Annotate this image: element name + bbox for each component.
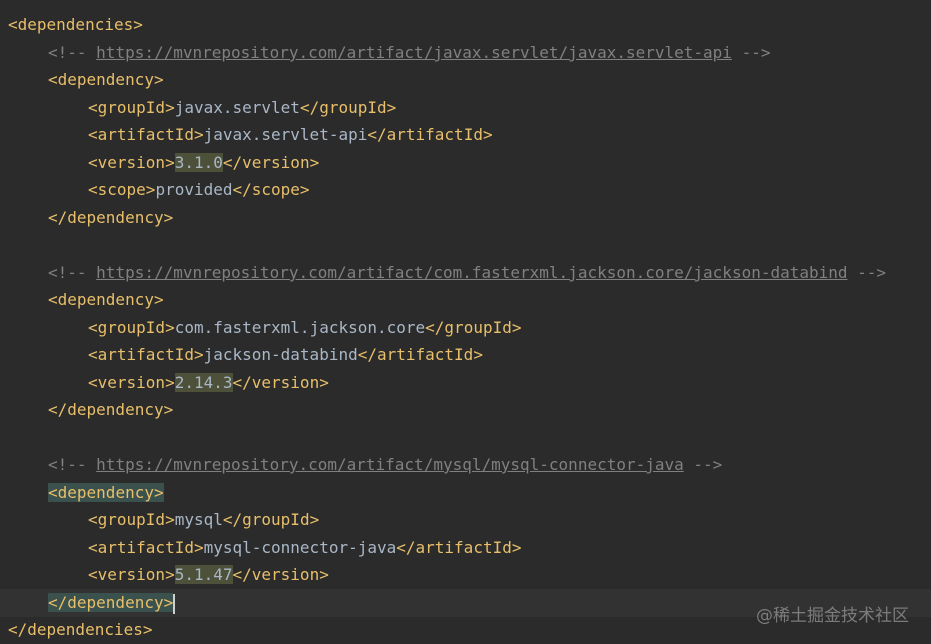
comment-open: <!-- xyxy=(48,43,97,62)
version-value: 3.1.0 xyxy=(174,153,223,172)
comment-close: --> xyxy=(847,263,887,282)
xml-close-tag: </groupId> xyxy=(299,98,397,117)
code-line[interactable]: <dependencies> xyxy=(0,11,931,39)
code-line[interactable]: <scope>provided</scope> xyxy=(0,176,931,204)
xml-open-tag: <version> xyxy=(88,565,175,584)
code-editor[interactable]: <dependencies> <!-- https://mvnrepositor… xyxy=(0,0,931,644)
version-value: 2.14.3 xyxy=(174,373,233,392)
code-line[interactable]: <groupId>javax.servlet</groupId> xyxy=(0,94,931,122)
xml-close-tag: </scope> xyxy=(232,180,310,199)
xml-value: provided xyxy=(155,180,233,199)
xml-tag: </dependency> xyxy=(48,400,174,419)
xml-tag: </dependency> xyxy=(48,208,174,227)
code-line[interactable]: <groupId>com.fasterxml.jackson.core</gro… xyxy=(0,314,931,342)
code-line[interactable]: <version>3.1.0</version> xyxy=(0,149,931,177)
xml-value: jackson-databind xyxy=(203,345,358,364)
code-line[interactable]: </dependency> xyxy=(0,396,931,424)
xml-tag: <dependencies> xyxy=(8,15,143,34)
comment-url[interactable]: https://mvnrepository.com/artifact/javax… xyxy=(96,43,732,62)
xml-open-tag: <groupId> xyxy=(88,98,175,117)
code-line[interactable]: <!-- https://mvnrepository.com/artifact/… xyxy=(0,39,931,67)
xml-open-tag: <groupId> xyxy=(88,318,175,337)
xml-close-tag: </artifactId> xyxy=(396,538,522,557)
matched-brace: > xyxy=(163,593,174,612)
xml-open-tag: <version> xyxy=(88,153,175,172)
xml-value: mysql-connector-java xyxy=(203,538,397,557)
code-line[interactable]: <artifactId>jackson-databind</artifactId… xyxy=(0,341,931,369)
xml-close-tag: </groupId> xyxy=(425,318,522,337)
xml-close-tag: </version> xyxy=(232,373,329,392)
xml-close-tag: </artifactId> xyxy=(367,125,493,144)
code-line[interactable]: <artifactId>mysql-connector-java</artifa… xyxy=(0,534,931,562)
xml-value: mysql xyxy=(174,510,223,529)
xml-open-tag: <version> xyxy=(88,373,175,392)
xml-open-tag: <groupId> xyxy=(88,510,175,529)
xml-value: com.fasterxml.jackson.core xyxy=(174,318,426,337)
xml-close-tag: </version> xyxy=(232,565,329,584)
xml-tag: <dependency> xyxy=(48,290,164,309)
xml-close-tag: </version> xyxy=(222,153,320,172)
xml-open-tag: <artifactId> xyxy=(88,125,204,144)
comment-url[interactable]: https://mvnrepository.com/artifact/com.f… xyxy=(96,263,847,282)
xml-value: javax.servlet-api xyxy=(203,125,368,144)
code-line[interactable]: <version>2.14.3</version> xyxy=(0,369,931,397)
xml-value: javax.servlet xyxy=(174,98,300,117)
comment-close: --> xyxy=(683,455,723,474)
comment-open: <!-- xyxy=(48,263,97,282)
xml-open-tag: <artifactId> xyxy=(88,538,204,557)
comment-close: --> xyxy=(731,43,771,62)
code-line[interactable]: <!-- https://mvnrepository.com/artifact/… xyxy=(0,259,931,287)
code-line[interactable]: </dependency> xyxy=(0,204,931,232)
xml-tag: dependency> xyxy=(57,483,164,502)
version-value: 5.1.47 xyxy=(174,565,233,584)
xml-tag: </dependency xyxy=(48,593,164,612)
code-line[interactable]: <version>5.1.47</version> xyxy=(0,561,931,589)
code-line[interactable]: <artifactId>javax.servlet-api</artifactI… xyxy=(0,121,931,149)
comment-url[interactable]: https://mvnrepository.com/artifact/mysql… xyxy=(96,455,684,474)
code-line[interactable]: <dependency> xyxy=(0,66,931,94)
xml-close-tag: </groupId> xyxy=(222,510,320,529)
comment-open: <!-- xyxy=(48,455,97,474)
matched-brace: < xyxy=(48,483,58,502)
code-line[interactable]: <!-- https://mvnrepository.com/artifact/… xyxy=(0,451,931,479)
xml-close-tag: </artifactId> xyxy=(357,345,483,364)
text-caret xyxy=(173,593,176,614)
code-line[interactable]: <dependency> xyxy=(0,286,931,314)
xml-tag: <dependency> xyxy=(48,70,164,89)
code-line[interactable]: <dependency> xyxy=(0,479,931,507)
code-line[interactable]: <groupId>mysql</groupId> xyxy=(0,506,931,534)
xml-open-tag: <scope> xyxy=(88,180,156,199)
xml-open-tag: <artifactId> xyxy=(88,345,204,364)
xml-tag: </dependencies> xyxy=(8,620,153,639)
watermark: @稀土掘金技术社区 xyxy=(756,606,909,626)
